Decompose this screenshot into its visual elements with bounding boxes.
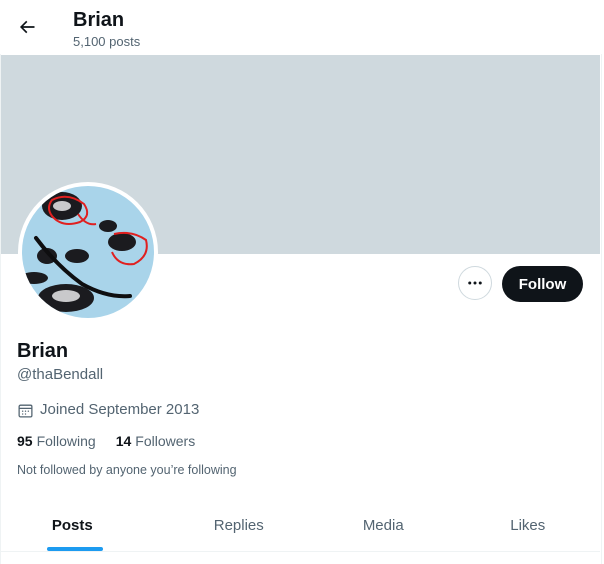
tab-media[interactable]: Media (311, 500, 456, 551)
avatar[interactable] (18, 182, 158, 322)
tab-label: Media (362, 517, 404, 534)
following-label: Following (36, 433, 96, 449)
followers-label: Followers (135, 433, 196, 449)
header-post-count: 5,100 posts (73, 34, 141, 49)
profile-header: Brian 5,100 posts (0, 0, 604, 54)
calendar-icon (18, 404, 33, 418)
follow-note: Not followed by anyone you’re following (17, 463, 237, 477)
tab-label: Posts (51, 517, 93, 534)
joined-text: Joined September 2013 (40, 401, 200, 418)
avatar-image (22, 186, 154, 318)
following-link[interactable]: 95 Following (17, 432, 96, 450)
more-button[interactable] (458, 266, 492, 300)
header-name: Brian (73, 9, 125, 31)
profile-name: Brian (17, 340, 69, 362)
tab-posts[interactable]: Posts (0, 500, 167, 551)
tab-label: Replies (213, 517, 264, 534)
following-count: 95 (17, 433, 33, 449)
profile-tabs: Posts Replies Media Likes (0, 500, 600, 552)
joined-date: Joined September 2013 (17, 401, 199, 419)
more-horizontal-icon (468, 281, 482, 285)
tab-replies[interactable]: Replies (167, 500, 312, 551)
follow-stats: 95 Following 14 Followers (17, 432, 195, 450)
follow-button[interactable]: Follow (502, 266, 583, 302)
back-button[interactable] (10, 10, 44, 44)
profile-handle: @thaBendall (17, 366, 104, 383)
followers-link[interactable]: 14 Followers (116, 432, 195, 450)
arrow-left-icon (19, 20, 35, 34)
tab-likes[interactable]: Likes (456, 500, 601, 551)
followers-count: 14 (115, 433, 132, 449)
active-tab-indicator (47, 547, 103, 551)
tab-label: Likes (510, 517, 546, 534)
